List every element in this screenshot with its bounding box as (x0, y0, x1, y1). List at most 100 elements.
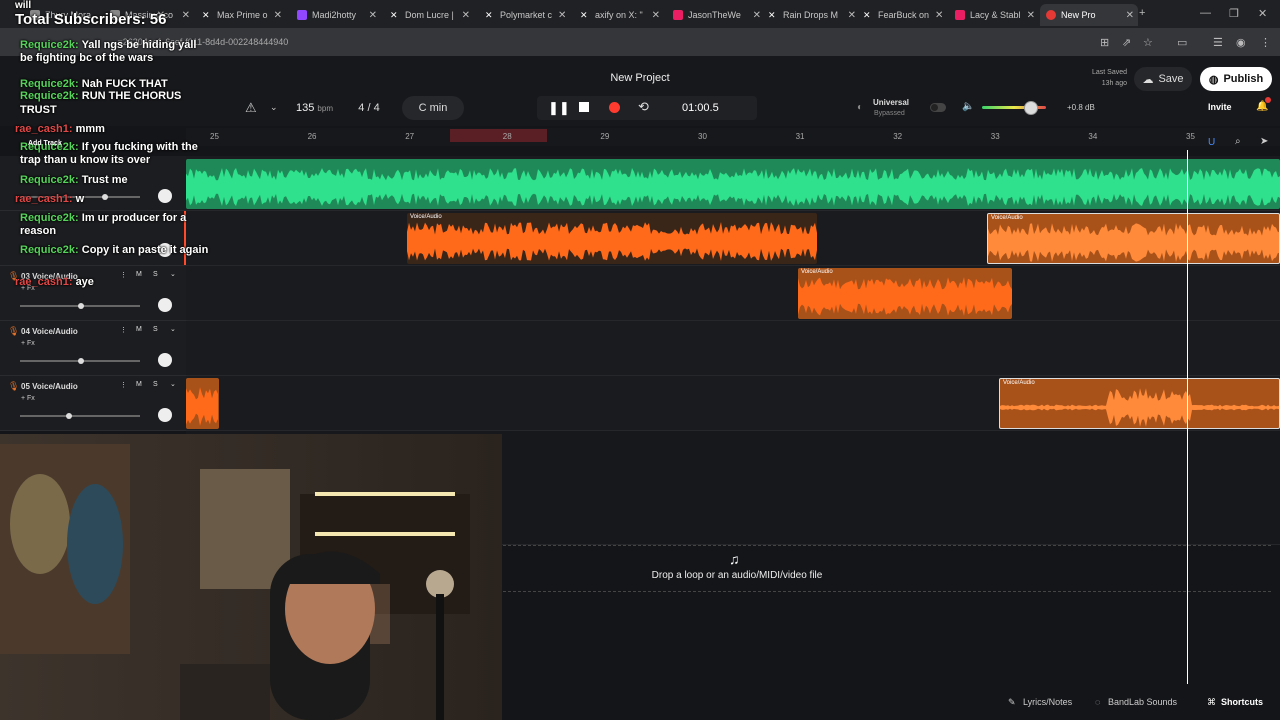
master-volume-handle[interactable] (1024, 101, 1038, 115)
voice-clip[interactable]: Voice/Audio (407, 213, 817, 264)
timeline-ruler[interactable] (186, 128, 1280, 146)
browser-tab[interactable]: JasonTheWe ✕ (673, 4, 761, 26)
bookmark-star-icon[interactable]: ☆ (1143, 36, 1153, 49)
voice-clip[interactable] (186, 378, 219, 429)
chevron-down-icon[interactable]: ⌄ (170, 270, 176, 278)
track-menu-icon[interactable]: ⋮ (120, 326, 127, 334)
add-track-button[interactable]: Add Track (28, 140, 62, 147)
chevron-down-icon[interactable]: ⌄ (270, 102, 278, 113)
browser-tab[interactable]: Lacy & Stabl ✕ (955, 4, 1035, 26)
record-icon[interactable] (609, 102, 620, 113)
mute-button[interactable]: M (136, 271, 142, 278)
slider-handle[interactable] (78, 358, 84, 364)
key-selector[interactable]: C min (402, 96, 464, 120)
track-volume-slider[interactable] (20, 358, 140, 364)
shortcuts-button[interactable]: Shortcuts (1221, 697, 1263, 707)
solo-button[interactable]: S (153, 271, 158, 278)
close-tab-icon[interactable]: ✕ (842, 10, 856, 21)
speaker-icon[interactable]: 🔈 (962, 101, 974, 112)
profile-icon[interactable]: ◉ (1236, 36, 1246, 49)
pan-knob[interactable] (158, 353, 172, 367)
master-preset-name[interactable]: Universal (873, 98, 909, 107)
pan-knob[interactable] (158, 298, 172, 312)
track-lane-01[interactable] (186, 156, 1280, 211)
lyrics-notes-button[interactable]: Lyrics/Notes (1023, 697, 1072, 707)
voice-clip[interactable]: Voice/Audio (798, 268, 1012, 319)
track-menu-icon[interactable]: ⋮ (120, 381, 127, 389)
track-lane-02[interactable]: Voice/Audio Voice/Audio (186, 211, 1280, 266)
ruler-tick-label: 32 (893, 132, 903, 141)
playhead[interactable] (1187, 150, 1188, 684)
close-tab-icon[interactable]: ✕ (268, 10, 282, 21)
pan-knob[interactable] (158, 189, 172, 203)
zoom-icon[interactable]: ⌕ (1235, 136, 1241, 147)
voice-clip-selected[interactable]: Voice/Audio (987, 213, 1280, 264)
mute-button[interactable]: M (136, 326, 142, 333)
track-lane-03[interactable]: Voice/Audio (186, 266, 1280, 321)
tab-search-icon[interactable]: ▭ (1177, 36, 1187, 49)
close-window-icon[interactable]: ✕ (1258, 7, 1267, 20)
slider-handle[interactable] (78, 303, 84, 309)
x-logo-icon: ✕ (390, 10, 398, 20)
close-tab-icon[interactable]: ✕ (646, 10, 660, 21)
track-menu-icon[interactable]: ⋮ (120, 271, 127, 279)
close-tab-icon[interactable]: ✕ (747, 10, 761, 21)
track-name-04[interactable]: 04 Voice/Audio (21, 327, 78, 336)
mute-button[interactable]: M (136, 381, 142, 388)
beat-clip[interactable] (186, 159, 1280, 209)
slider-handle[interactable] (102, 194, 108, 200)
share-icon[interactable]: ⇗ (1122, 36, 1131, 49)
solo-button[interactable]: S (153, 326, 158, 333)
close-tab-icon[interactable]: ✕ (1120, 10, 1134, 21)
pan-knob[interactable] (158, 408, 172, 422)
browser-tab[interactable]: ✕ FearBuck on ✕ (863, 4, 943, 26)
time-signature[interactable]: 4 / 4 (348, 96, 390, 120)
browser-tab[interactable]: ✕ axify on X: " ✕ (580, 4, 660, 26)
stop-icon[interactable] (579, 102, 589, 112)
add-fx-button[interactable]: + Fx (21, 395, 35, 402)
maximize-icon[interactable]: ❐ (1229, 7, 1239, 20)
close-tab-icon[interactable]: ✕ (1021, 10, 1035, 21)
voice-clip-selected[interactable]: Voice/Audio (999, 378, 1280, 429)
new-tab-icon[interactable]: + (1139, 7, 1145, 19)
close-tab-icon[interactable]: ✕ (363, 10, 377, 21)
browser-tab-active[interactable]: New Pro ✕ (1040, 4, 1138, 26)
chevron-down-icon[interactable]: ⌄ (170, 380, 176, 388)
publish-button[interactable]: ◍ Publish (1200, 67, 1272, 91)
extension-icon[interactable]: ⊞ (1100, 36, 1109, 49)
add-fx-button[interactable]: + Fx (21, 340, 35, 347)
loop-icon[interactable]: ⟲ (638, 99, 649, 115)
media-icon[interactable]: ☰ (1213, 36, 1223, 49)
chat-message: Requice2k: Copy it an paste it again (20, 244, 209, 256)
bandlab-sounds-button[interactable]: BandLab Sounds (1108, 697, 1177, 707)
close-tab-icon[interactable]: ✕ (929, 10, 943, 21)
slider-handle[interactable] (66, 413, 72, 419)
metronome-icon[interactable]: ⚠ (245, 100, 257, 116)
solo-button[interactable]: S (153, 381, 158, 388)
close-tab-icon[interactable]: ✕ (456, 10, 470, 21)
track-lane-05[interactable]: Voice/Audio (186, 376, 1280, 431)
pause-icon[interactable]: ❚❚ (548, 100, 570, 116)
save-button[interactable]: ☁ Save (1134, 67, 1192, 91)
track-name-05[interactable]: 05 Voice/Audio (21, 382, 78, 391)
bpm-field[interactable]: 135 bpm (296, 102, 333, 114)
browser-menu-icon[interactable]: ⋮ (1260, 36, 1271, 49)
minimize-icon[interactable]: — (1200, 7, 1211, 19)
loop-region[interactable] (450, 129, 547, 142)
track-volume-slider[interactable] (20, 413, 140, 419)
track-volume-slider[interactable] (20, 303, 140, 309)
drop-zone[interactable] (503, 545, 1271, 592)
snap-magnet-icon[interactable]: U (1208, 137, 1215, 148)
browser-tab[interactable]: ✕ Polymarket c ✕ (485, 4, 565, 26)
close-tab-icon[interactable]: ✕ (552, 10, 565, 21)
track-lane-04[interactable] (186, 321, 1280, 376)
browser-tab[interactable]: ✕ Max Prime o ✕ (202, 4, 282, 26)
browser-tab[interactable]: Madi2hotty ✕ (297, 4, 377, 26)
invite-button[interactable]: Invite (1208, 102, 1232, 112)
close-tab-icon[interactable]: ✕ (176, 10, 190, 21)
browser-tab[interactable]: ✕ Dom Lucre | ✕ (390, 4, 470, 26)
twitch-icon (297, 10, 307, 20)
browser-tab[interactable]: ✕ Rain Drops M ✕ (768, 4, 856, 26)
mastering-toggle[interactable] (930, 103, 946, 112)
chevron-down-icon[interactable]: ⌄ (170, 325, 176, 333)
